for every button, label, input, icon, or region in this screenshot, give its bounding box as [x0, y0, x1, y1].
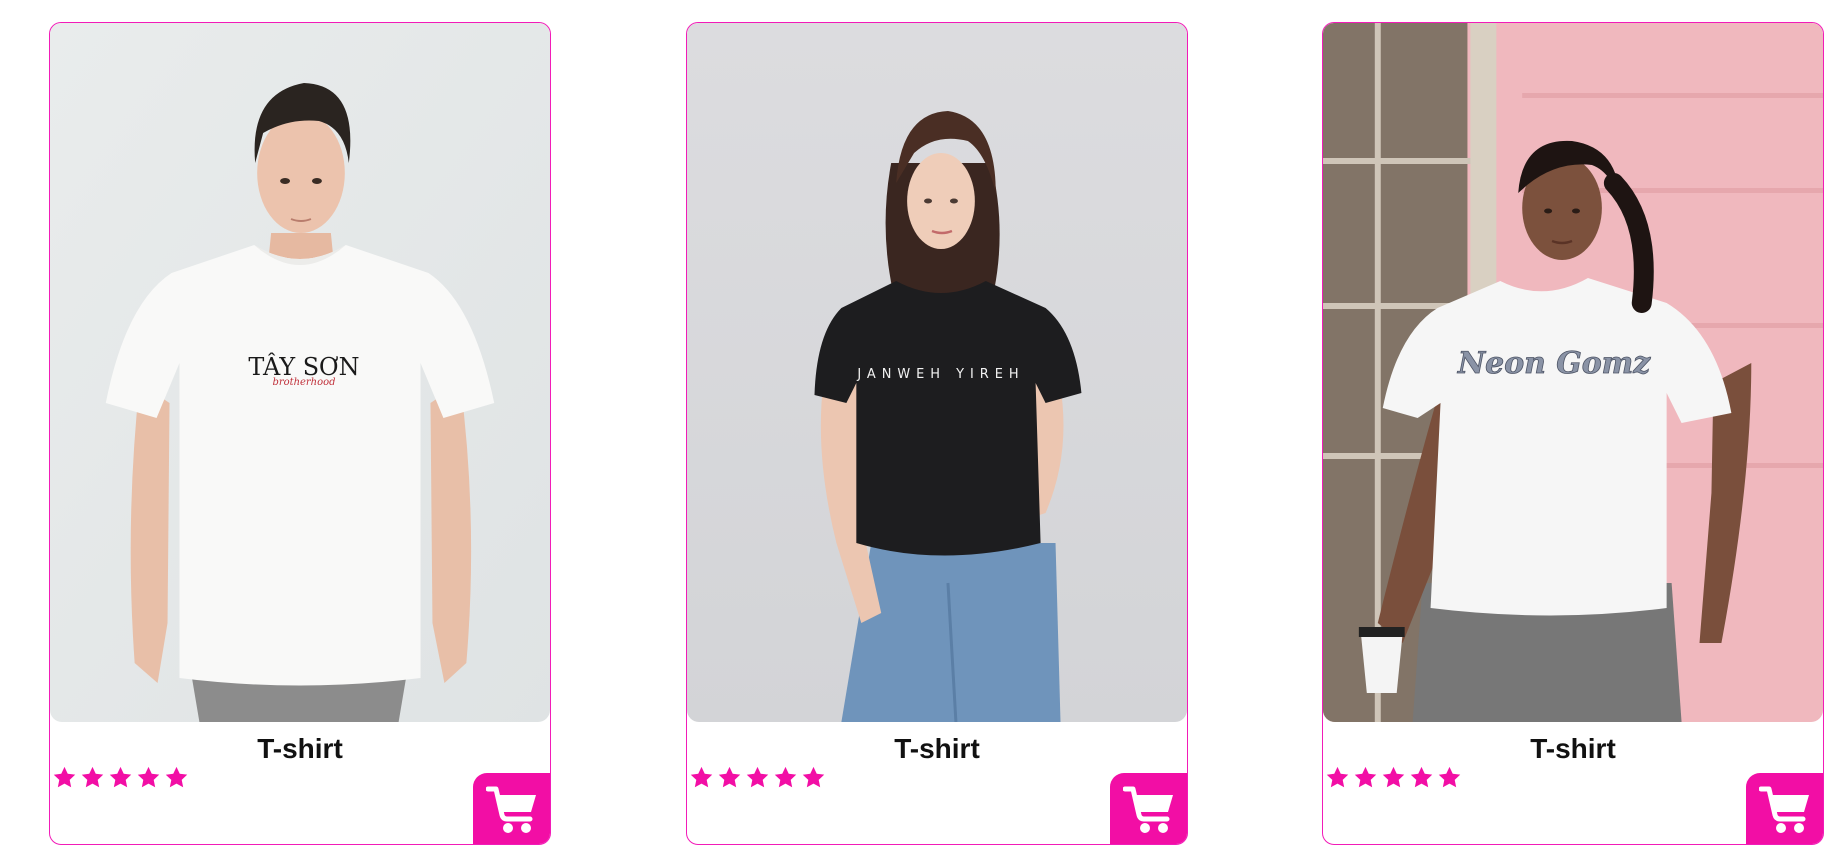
product-image[interactable]: JANWEH YIREH: [687, 23, 1187, 722]
star-icon: [1326, 766, 1349, 788]
star-icon: [746, 766, 769, 788]
rating-stars: [52, 765, 189, 791]
product-title[interactable]: T-shirt: [50, 733, 550, 765]
rating-stars: [689, 765, 826, 791]
product-image[interactable]: TÂY SƠN brotherhood: [50, 23, 550, 722]
shopping-cart-icon: [486, 786, 536, 833]
star-icon: [1382, 766, 1405, 788]
add-to-cart-button[interactable]: [1746, 773, 1823, 844]
product-card[interactable]: Neon Gomz T-shirt: [1322, 22, 1824, 845]
shirt-print-subtext: brotherhood: [273, 377, 336, 388]
shopping-cart-icon: [1123, 786, 1173, 833]
product-photo: JANWEH YIREH: [687, 23, 1187, 722]
product-photo: TÂY SƠN brotherhood: [50, 23, 550, 722]
star-icon: [1438, 766, 1461, 788]
star-icon: [802, 766, 825, 788]
shirt-print-text: JANWEH YIREH: [856, 367, 1024, 382]
star-icon: [137, 766, 160, 788]
star-icon: [53, 766, 76, 788]
star-icon: [165, 766, 188, 788]
product-card[interactable]: JANWEH YIREH T-shirt: [686, 22, 1188, 845]
product-photo: Neon Gomz: [1323, 23, 1823, 722]
star-icon: [1354, 766, 1377, 788]
product-card[interactable]: TÂY SƠN brotherhood T-shirt: [49, 22, 551, 845]
shirt-print-text: Neon Gomz: [1457, 346, 1651, 381]
add-to-cart-button[interactable]: [473, 773, 550, 844]
star-icon: [774, 766, 797, 788]
product-title[interactable]: T-shirt: [1323, 733, 1823, 765]
rating-stars: [1325, 765, 1462, 791]
add-to-cart-button[interactable]: [1110, 773, 1187, 844]
product-image[interactable]: Neon Gomz: [1323, 23, 1823, 722]
star-icon: [81, 766, 104, 788]
shopping-cart-icon: [1759, 786, 1809, 833]
product-grid: TÂY SƠN brotherhood T-shirt JANWEH YIREH…: [0, 0, 1841, 847]
star-icon: [1410, 766, 1433, 788]
star-icon: [109, 766, 132, 788]
star-icon: [690, 766, 713, 788]
star-icon: [718, 766, 741, 788]
product-title[interactable]: T-shirt: [687, 733, 1187, 765]
